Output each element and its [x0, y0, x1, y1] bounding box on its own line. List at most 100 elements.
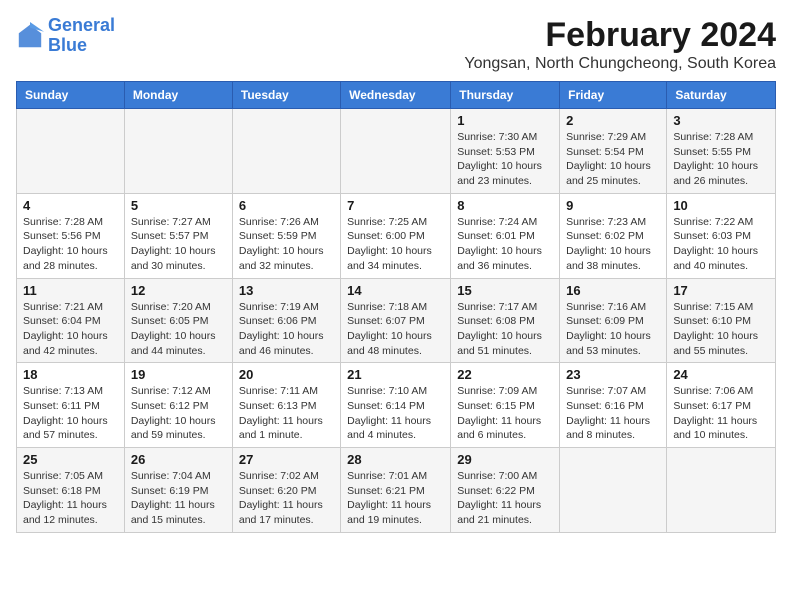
day-info: Sunrise: 7:20 AMSunset: 6:05 PMDaylight:…: [131, 300, 226, 359]
day-number: 13: [239, 283, 334, 298]
calendar-cell: 9Sunrise: 7:23 AMSunset: 6:02 PMDaylight…: [560, 193, 667, 278]
day-number: 19: [131, 367, 226, 382]
day-number: 15: [457, 283, 553, 298]
calendar-cell: 14 Sunrise: 7:18 AMSunset: 6:07 PMDayligh…: [341, 278, 451, 363]
calendar-cell: 7Sunrise: 7:25 AMSunset: 6:00 PMDaylight…: [341, 193, 451, 278]
week-row-4: 18 Sunrise: 7:13 AMSunset: 6:11 PMDayligh…: [17, 363, 776, 448]
day-info: Sunrise: 7:24 AMSunset: 6:01 PMDaylight:…: [457, 215, 553, 274]
day-info: Sunrise: 7:22 AMSunset: 6:03 PMDaylight:…: [673, 215, 769, 274]
day-info: Sunrise: 7:09 AMSunset: 6:15 PMDaylight:…: [457, 384, 553, 443]
calendar-cell: 10 Sunrise: 7:22 AMSunset: 6:03 PMDayligh…: [667, 193, 776, 278]
day-number: 29: [457, 452, 553, 467]
day-info: Sunrise: 7:06 AMSunset: 6:17 PMDaylight:…: [673, 384, 769, 443]
calendar-cell: 6 Sunrise: 7:26 AMSunset: 5:59 PMDaylight…: [232, 193, 340, 278]
day-info: Sunrise: 7:28 AMSunset: 5:55 PMDaylight:…: [673, 130, 769, 189]
day-info: Sunrise: 7:00 AMSunset: 6:22 PMDaylight:…: [457, 469, 553, 528]
day-number: 14: [347, 283, 444, 298]
day-info: Sunrise: 7:07 AMSunset: 6:16 PMDaylight:…: [566, 384, 660, 443]
day-info: Sunrise: 7:28 AMSunset: 5:56 PMDaylight:…: [23, 215, 118, 274]
day-number: 18: [23, 367, 118, 382]
day-number: 12: [131, 283, 226, 298]
calendar-cell: 26 Sunrise: 7:04 AMSunset: 6:19 PMDayligh…: [124, 448, 232, 533]
day-info: Sunrise: 7:11 AMSunset: 6:13 PMDaylight:…: [239, 384, 334, 443]
day-number: 7: [347, 198, 444, 213]
day-info: Sunrise: 7:19 AMSunset: 6:06 PMDaylight:…: [239, 300, 334, 359]
calendar-cell: [560, 448, 667, 533]
calendar-cell: 17 Sunrise: 7:15 AMSunset: 6:10 PMDayligh…: [667, 278, 776, 363]
day-number: 6: [239, 198, 334, 213]
calendar-cell: 27 Sunrise: 7:02 AMSunset: 6:20 PMDayligh…: [232, 448, 340, 533]
column-header-monday: Monday: [124, 82, 232, 109]
column-header-sunday: Sunday: [17, 82, 125, 109]
column-header-saturday: Saturday: [667, 82, 776, 109]
calendar-cell: 29 Sunrise: 7:00 AMSunset: 6:22 PMDayligh…: [451, 448, 560, 533]
calendar-table: SundayMondayTuesdayWednesdayThursdayFrid…: [16, 81, 776, 533]
calendar-cell: 8 Sunrise: 7:24 AMSunset: 6:01 PMDaylight…: [451, 193, 560, 278]
logo-icon: [16, 22, 44, 50]
day-number: 23: [566, 367, 660, 382]
day-number: 16: [566, 283, 660, 298]
calendar-cell: 3 Sunrise: 7:28 AMSunset: 5:55 PMDaylight…: [667, 109, 776, 194]
calendar-cell: 16 Sunrise: 7:16 AMSunset: 6:09 PMDayligh…: [560, 278, 667, 363]
calendar-cell: 19 Sunrise: 7:12 AMSunset: 6:12 PMDayligh…: [124, 363, 232, 448]
calendar-cell: 11 Sunrise: 7:21 AMSunset: 6:04 PMDayligh…: [17, 278, 125, 363]
day-info: Sunrise: 7:26 AMSunset: 5:59 PMDaylight:…: [239, 215, 334, 274]
column-header-wednesday: Wednesday: [341, 82, 451, 109]
day-info: Sunrise: 7:12 AMSunset: 6:12 PMDaylight:…: [131, 384, 226, 443]
day-number: 8: [457, 198, 553, 213]
calendar-header-row: SundayMondayTuesdayWednesdayThursdayFrid…: [17, 82, 776, 109]
day-number: 17: [673, 283, 769, 298]
day-info: Sunrise: 7:27 AMSunset: 5:57 PMDaylight:…: [131, 215, 226, 274]
day-number: 3: [673, 113, 769, 128]
calendar-cell: 5 Sunrise: 7:27 AMSunset: 5:57 PMDaylight…: [124, 193, 232, 278]
day-number: 27: [239, 452, 334, 467]
calendar-cell: [124, 109, 232, 194]
title-block: February 2024 Yongsan, North Chungcheong…: [464, 16, 776, 73]
column-header-friday: Friday: [560, 82, 667, 109]
day-number: 21: [347, 367, 444, 382]
logo-text: General Blue: [48, 16, 115, 56]
calendar-cell: 15 Sunrise: 7:17 AMSunset: 6:08 PMDayligh…: [451, 278, 560, 363]
calendar-cell: [232, 109, 340, 194]
day-info: Sunrise: 7:29 AMSunset: 5:54 PMDaylight:…: [566, 130, 660, 189]
week-row-2: 4Sunrise: 7:28 AMSunset: 5:56 PMDaylight…: [17, 193, 776, 278]
day-info: Sunrise: 7:16 AMSunset: 6:09 PMDaylight:…: [566, 300, 660, 359]
week-row-1: 1 Sunrise: 7:30 AMSunset: 5:53 PMDaylight…: [17, 109, 776, 194]
day-info: Sunrise: 7:15 AMSunset: 6:10 PMDaylight:…: [673, 300, 769, 359]
calendar-cell: 21 Sunrise: 7:10 AMSunset: 6:14 PMDayligh…: [341, 363, 451, 448]
week-row-3: 11 Sunrise: 7:21 AMSunset: 6:04 PMDayligh…: [17, 278, 776, 363]
calendar-cell: 4Sunrise: 7:28 AMSunset: 5:56 PMDaylight…: [17, 193, 125, 278]
calendar-cell: 18 Sunrise: 7:13 AMSunset: 6:11 PMDayligh…: [17, 363, 125, 448]
day-info: Sunrise: 7:10 AMSunset: 6:14 PMDaylight:…: [347, 384, 444, 443]
day-number: 22: [457, 367, 553, 382]
day-info: Sunrise: 7:30 AMSunset: 5:53 PMDaylight:…: [457, 130, 553, 189]
header: General Blue February 2024 Yongsan, Nort…: [16, 16, 776, 73]
day-info: Sunrise: 7:13 AMSunset: 6:11 PMDaylight:…: [23, 384, 118, 443]
calendar-title: February 2024: [464, 16, 776, 55]
day-number: 10: [673, 198, 769, 213]
day-number: 28: [347, 452, 444, 467]
day-info: Sunrise: 7:04 AMSunset: 6:19 PMDaylight:…: [131, 469, 226, 528]
calendar-cell: 12 Sunrise: 7:20 AMSunset: 6:05 PMDayligh…: [124, 278, 232, 363]
calendar-cell: 28 Sunrise: 7:01 AMSunset: 6:21 PMDayligh…: [341, 448, 451, 533]
day-info: Sunrise: 7:01 AMSunset: 6:21 PMDaylight:…: [347, 469, 444, 528]
day-number: 5: [131, 198, 226, 213]
calendar-cell: 23 Sunrise: 7:07 AMSunset: 6:16 PMDayligh…: [560, 363, 667, 448]
day-info: Sunrise: 7:23 AMSunset: 6:02 PMDaylight:…: [566, 215, 660, 274]
day-info: Sunrise: 7:02 AMSunset: 6:20 PMDaylight:…: [239, 469, 334, 528]
day-number: 1: [457, 113, 553, 128]
day-info: Sunrise: 7:17 AMSunset: 6:08 PMDaylight:…: [457, 300, 553, 359]
week-row-5: 25 Sunrise: 7:05 AMSunset: 6:18 PMDayligh…: [17, 448, 776, 533]
day-info: Sunrise: 7:05 AMSunset: 6:18 PMDaylight:…: [23, 469, 118, 528]
calendar-subtitle: Yongsan, North Chungcheong, South Korea: [464, 55, 776, 73]
calendar-cell: 2Sunrise: 7:29 AMSunset: 5:54 PMDaylight…: [560, 109, 667, 194]
day-number: 25: [23, 452, 118, 467]
logo: General Blue: [16, 16, 115, 56]
day-info: Sunrise: 7:21 AMSunset: 6:04 PMDaylight:…: [23, 300, 118, 359]
calendar-cell: 22 Sunrise: 7:09 AMSunset: 6:15 PMDayligh…: [451, 363, 560, 448]
calendar-cell: 13 Sunrise: 7:19 AMSunset: 6:06 PMDayligh…: [232, 278, 340, 363]
day-number: 11: [23, 283, 118, 298]
day-info: Sunrise: 7:18 AMSunset: 6:07 PMDaylight:…: [347, 300, 444, 359]
day-number: 26: [131, 452, 226, 467]
column-header-thursday: Thursday: [451, 82, 560, 109]
